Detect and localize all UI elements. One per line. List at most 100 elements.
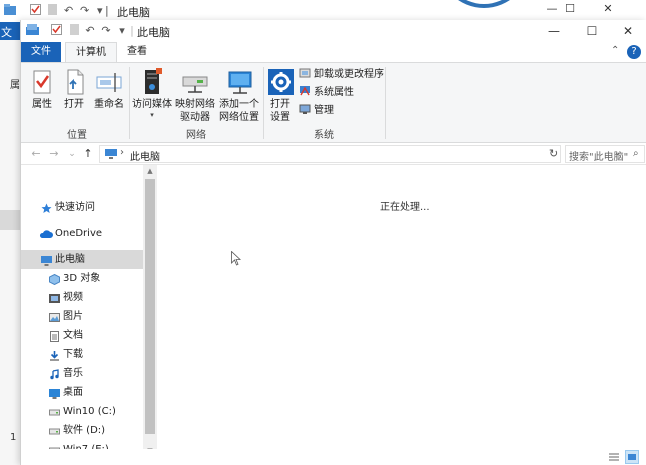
close-button[interactable]: ✕ <box>609 20 646 42</box>
nav-pane-scrollbar[interactable]: ▲ ▼ <box>143 165 157 457</box>
manage-icon <box>299 103 311 115</box>
drive-icon <box>49 425 60 436</box>
nav-item-pictures[interactable]: 图片 <box>21 307 143 326</box>
new-folder-icon[interactable] <box>67 24 81 38</box>
ribbon: 属性 打开 重命名 位置 访问媒体 ▾ 映射网络 驱动器 添加一个 网络位置 网… <box>21 62 646 143</box>
tab-file[interactable]: 文件 <box>21 42 61 62</box>
nav-item-music[interactable]: 音乐 <box>21 364 143 383</box>
back-arrow-icon[interactable]: ← <box>29 146 43 162</box>
properties-button[interactable]: 属性 <box>25 65 59 125</box>
up-arrow-icon[interactable]: ↑ <box>81 146 95 162</box>
bg-maximize-button[interactable]: ☐ <box>552 2 588 20</box>
background-window-title: 此电脑 <box>117 6 150 19</box>
access-media-label: 访问媒体 <box>132 99 172 110</box>
screen: ↶ ↷ ▾ | 此电脑 — ☐ ✕ 文 属 1 ↶ ↷ ▾ | 此电脑 — ☐ … <box>0 0 646 465</box>
bg-file-tab[interactable]: 文 <box>0 22 20 40</box>
breadcrumb-this-pc[interactable]: 此电脑 <box>130 148 160 163</box>
open-settings-button[interactable]: 打开 设置 <box>265 65 295 125</box>
undo-icon[interactable]: ↶ <box>83 24 97 38</box>
mouse-cursor-icon <box>231 250 242 266</box>
search-placeholder: 搜索"此电脑" <box>569 152 629 163</box>
file-explorer-window: ↶ ↷ ▾ | 此电脑 — ☐ ✕ 文件 计算机 查看 ⌃ ? 属性 打开 重命… <box>20 20 646 465</box>
nav-item-label: OneDrive <box>55 228 103 239</box>
forward-arrow-icon[interactable]: → <box>47 146 61 162</box>
large-icons-view-icon[interactable] <box>625 450 639 464</box>
media-server-icon <box>136 67 168 97</box>
cloud-icon <box>39 228 53 239</box>
processing-status: 正在处理... <box>380 202 430 213</box>
nav-item-documents[interactable]: 文档 <box>21 326 143 345</box>
location-group-label: 位置 <box>67 130 87 141</box>
network-group-label: 网络 <box>186 130 206 141</box>
nav-item-label: 视频 <box>63 292 83 303</box>
bg-qa-dropdown-icon: ▾ <box>97 4 103 17</box>
map-network-drive-button[interactable]: 映射网络 驱动器 <box>173 65 217 125</box>
nav-item-label: 软件 (D:) <box>63 425 106 436</box>
map-drive-label-line1: 映射网络 <box>175 99 215 110</box>
help-icon[interactable]: ? <box>627 45 641 59</box>
properties-label: 属性 <box>32 99 52 110</box>
search-input[interactable]: 搜索"此电脑" ⌕ <box>565 145 645 163</box>
open-settings-label-line2: 设置 <box>270 112 290 123</box>
nav-item-label: 快速访问 <box>55 202 95 213</box>
tab-computer[interactable]: 计算机 <box>65 42 117 62</box>
details-view-icon[interactable] <box>607 450 621 464</box>
minimize-button[interactable]: — <box>535 20 573 42</box>
search-icon[interactable]: ⌕ <box>633 148 639 159</box>
nav-item-label: 此电脑 <box>55 254 85 265</box>
nav-item-label: 3D 对象 <box>63 273 101 284</box>
uninstall-program-button[interactable]: 卸载或更改程序 <box>299 67 384 84</box>
nav-item-desktop[interactable]: 桌面 <box>21 383 143 402</box>
open-button[interactable]: 打开 <box>59 65 89 125</box>
properties-check-icon[interactable] <box>49 24 63 38</box>
refresh-icon[interactable]: ↻ <box>549 147 558 160</box>
redo-icon[interactable]: ↷ <box>99 24 113 38</box>
nav-item-label: 下载 <box>63 349 83 360</box>
nav-item-drive-c[interactable]: Win10 (C:) <box>21 402 143 421</box>
rename-label: 重命名 <box>94 99 124 110</box>
settings-gear-icon <box>265 67 297 97</box>
ribbon-collapse-icon[interactable]: ⌃ <box>611 45 619 56</box>
tab-view[interactable]: 查看 <box>119 42 155 62</box>
background-titlebar: ↶ ↷ ▾ | 此电脑 — ☐ ✕ <box>0 0 646 22</box>
bg-properties-label: 属 <box>10 80 20 91</box>
access-media-button[interactable]: 访问媒体 ▾ <box>131 65 173 125</box>
bg-redo-icon: ↷ <box>80 4 90 17</box>
bg-status-text: 1 <box>10 432 17 443</box>
recent-locations-icon[interactable]: ⌄ <box>65 146 79 162</box>
nav-item-downloads[interactable]: 下载 <box>21 345 143 364</box>
star-icon <box>41 202 52 213</box>
content-pane[interactable]: 正在处理... <box>157 165 646 457</box>
rename-button[interactable]: 重命名 <box>89 65 129 125</box>
nav-item-this-pc[interactable]: 此电脑 <box>21 250 143 269</box>
scrollbar-thumb[interactable] <box>145 179 155 434</box>
address-bar-row: ← → ⌄ ↑ › 此电脑 ⌄ ↻ 搜索"此电脑" ⌕ <box>21 143 646 165</box>
uninstall-icon <box>299 67 311 79</box>
downloads-icon <box>49 349 60 361</box>
nav-item-onedrive[interactable]: OneDrive <box>21 224 143 243</box>
manage-button[interactable]: 管理 <box>299 103 334 120</box>
drive-icon <box>49 406 60 417</box>
nav-item-3d-objects[interactable]: 3D 对象 <box>21 269 143 288</box>
nav-item-quick-access[interactable]: 快速访问 <box>21 198 143 217</box>
nav-item-videos[interactable]: 视频 <box>21 288 143 307</box>
folder-icon <box>25 24 39 38</box>
titlebar: ↶ ↷ ▾ | 此电脑 — ☐ ✕ <box>21 20 646 42</box>
bg-folder-icon <box>4 4 16 18</box>
breadcrumb-separator[interactable]: › <box>120 147 124 158</box>
properties-icon <box>26 67 58 97</box>
maximize-button[interactable]: ☐ <box>573 20 611 42</box>
computer-icon <box>41 254 52 266</box>
scroll-up-arrow-icon[interactable]: ▲ <box>143 165 157 177</box>
map-drive-label-line2: 驱动器 <box>180 112 210 123</box>
bg-close-button[interactable]: ✕ <box>590 2 626 20</box>
nav-item-drive-d[interactable]: 软件 (D:) <box>21 421 143 440</box>
nav-item-label: 文档 <box>63 330 83 341</box>
system-properties-button[interactable]: 系统属性 <box>299 85 354 102</box>
add-network-location-button[interactable]: 添加一个 网络位置 <box>217 65 261 125</box>
computer-icon <box>105 149 117 159</box>
network-location-icon <box>223 67 255 97</box>
address-field[interactable]: › 此电脑 ⌄ <box>99 145 622 163</box>
system-properties-icon <box>299 85 311 97</box>
nav-item-label: Win10 (C:) <box>63 406 116 417</box>
